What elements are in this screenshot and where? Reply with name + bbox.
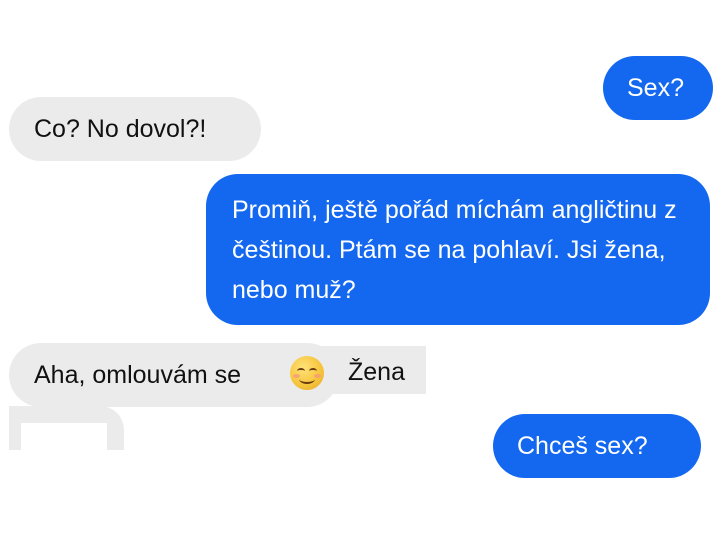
message-text: Aha, omlouvám se xyxy=(34,361,242,389)
smiling-face-emoji-icon xyxy=(290,356,324,390)
chat-thread: Sex? Co? No dovol?! Promiň, ještě pořád … xyxy=(0,0,720,540)
message-text: Sex? xyxy=(627,74,684,102)
message-text: Chceš sex? xyxy=(517,432,648,460)
message-text: Co? No dovol?! xyxy=(34,115,207,143)
outgoing-message-1[interactable]: Sex? xyxy=(603,56,713,120)
message-text-after-emoji: Žena xyxy=(348,358,405,386)
outgoing-message-2[interactable]: Promiň, ještě pořád míchám angličtinu z … xyxy=(206,174,710,325)
outgoing-message-3[interactable]: Chceš sex? xyxy=(493,414,701,478)
message-text: Promiň, ještě pořád míchám angličtinu z … xyxy=(232,196,677,304)
incoming-message-1[interactable]: Co? No dovol?! xyxy=(9,97,261,161)
partial-message-mask xyxy=(21,423,107,450)
